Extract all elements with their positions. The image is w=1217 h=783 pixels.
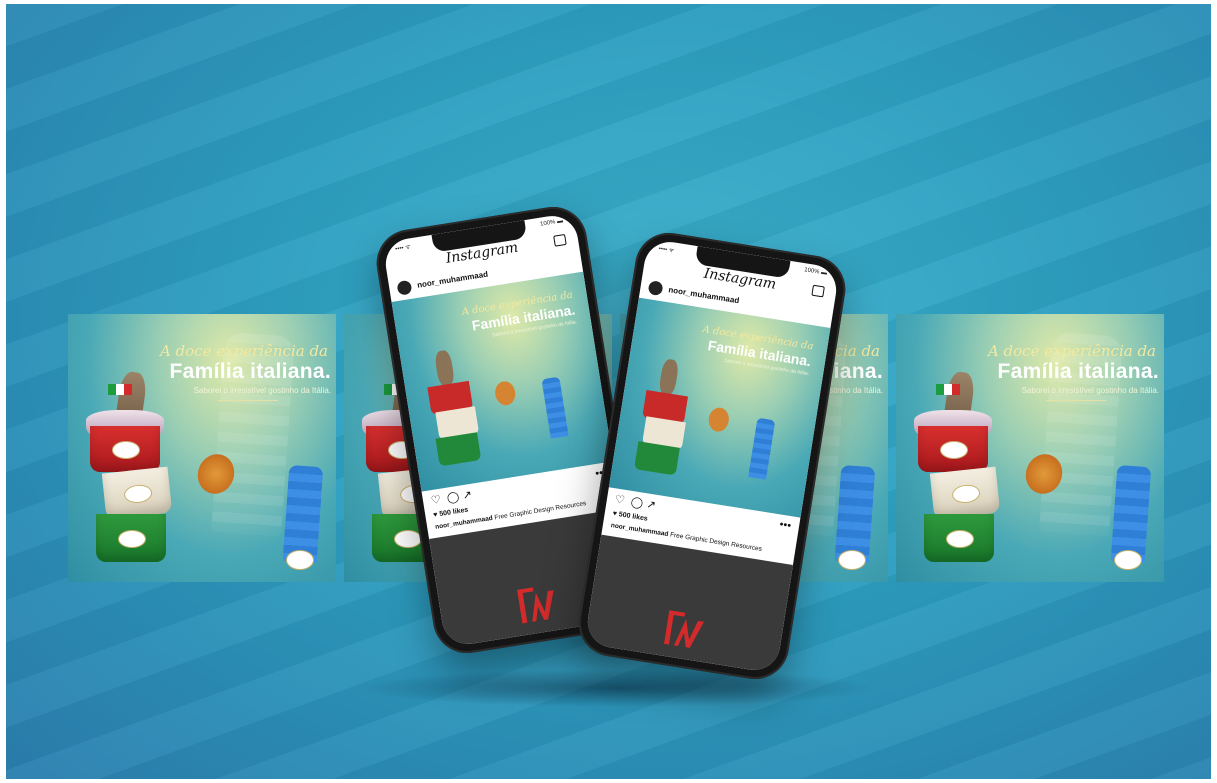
green-cup-image	[435, 432, 482, 467]
pisa-tower-image	[282, 464, 324, 564]
green-cup-image	[924, 514, 994, 562]
red-cup-image	[90, 426, 160, 472]
phone-screen: •••• ᯤ 100% ▬ Instagram noor_muhammaad A…	[584, 238, 840, 674]
ice-cream-cone-image	[658, 358, 680, 397]
pisa-tower-image	[748, 417, 776, 480]
post-card: A doce experiência da Família italiana. …	[896, 314, 1164, 582]
heart-icon[interactable]: ♡	[614, 492, 626, 506]
brand-badge-icon	[286, 550, 314, 570]
brand-logo-icon	[664, 610, 704, 648]
brand-seal-icon	[394, 530, 422, 548]
italy-flag-image	[108, 384, 132, 395]
post-script-line: A doce experiência da	[159, 342, 328, 360]
post-headline: Família italiana.	[997, 360, 1159, 383]
phone-mockup-right: •••• ᯤ 100% ▬ Instagram noor_muhammaad A…	[573, 228, 851, 684]
avatar[interactable]	[647, 280, 664, 297]
ice-cream-cone-image	[433, 349, 456, 388]
comment-icon[interactable]: ◯	[446, 490, 460, 505]
caption-username[interactable]: noor_muhammaad	[610, 522, 669, 538]
brand-seal-icon	[123, 483, 153, 505]
battery-icon: 100% ▬	[539, 218, 564, 228]
white-cup-image	[929, 466, 1001, 520]
likes-count[interactable]: ♥ 500 likes	[612, 510, 648, 522]
flourish-divider	[1046, 400, 1106, 401]
share-icon[interactable]: ↗	[646, 497, 657, 511]
green-cup-image	[634, 441, 680, 476]
comment-icon[interactable]: ◯	[630, 495, 644, 510]
post-image[interactable]: A doce experiência da Família italiana. …	[608, 297, 831, 518]
background: A doce experiência da Família italiana. …	[6, 4, 1211, 779]
screen-bottom-area	[584, 534, 793, 674]
battery-icon: 100% ▬	[803, 267, 828, 277]
flourish-divider	[218, 400, 278, 401]
brand-seal-icon	[118, 530, 146, 548]
white-cup-image	[101, 466, 173, 520]
brand-logo-icon	[517, 587, 554, 624]
username-link[interactable]: noor_muhammaad	[668, 285, 740, 305]
waffle-cookie-image	[493, 379, 517, 407]
post-subline: Saborei o irresistível gostinho da Itáli…	[1021, 386, 1159, 395]
share-icon[interactable]: ↗	[462, 488, 473, 502]
brand-seal-icon	[951, 483, 981, 505]
pisa-tower-image	[1110, 464, 1152, 564]
red-cup-image	[918, 426, 988, 472]
brand-badge-icon	[838, 550, 866, 570]
brand-seal-icon	[946, 530, 974, 548]
post-image[interactable]: A doce experiência da Família italiana. …	[391, 271, 614, 492]
brand-seal-icon	[112, 441, 140, 459]
pisa-tower-image	[834, 464, 876, 564]
signal-icon: •••• ᯤ	[394, 244, 412, 253]
heart-icon[interactable]: ♡	[430, 493, 442, 507]
signal-icon: •••• ᯤ	[658, 246, 675, 255]
italy-flag-image	[936, 384, 960, 395]
pisa-tower-image	[541, 376, 569, 439]
brand-seal-icon	[940, 441, 968, 459]
avatar[interactable]	[396, 279, 413, 296]
inbox-icon[interactable]	[811, 284, 825, 298]
waffle-cookie-image	[707, 406, 731, 434]
post-subline: Saborei o irresistível gostinho da Itáli…	[193, 386, 331, 395]
post-script-line: A doce experiência da	[987, 342, 1156, 360]
brand-badge-icon	[1114, 550, 1142, 570]
more-options-icon[interactable]: •••	[779, 518, 792, 532]
post-card: A doce experiência da Família italiana. …	[68, 314, 336, 582]
green-cup-image	[96, 514, 166, 562]
username-link[interactable]: noor_muhammaad	[417, 270, 489, 290]
inbox-icon[interactable]	[553, 233, 567, 247]
likes-count[interactable]: ♥ 500 likes	[433, 507, 469, 519]
phone-shadow	[356, 669, 876, 707]
post-headline: Família italiana.	[169, 360, 331, 383]
